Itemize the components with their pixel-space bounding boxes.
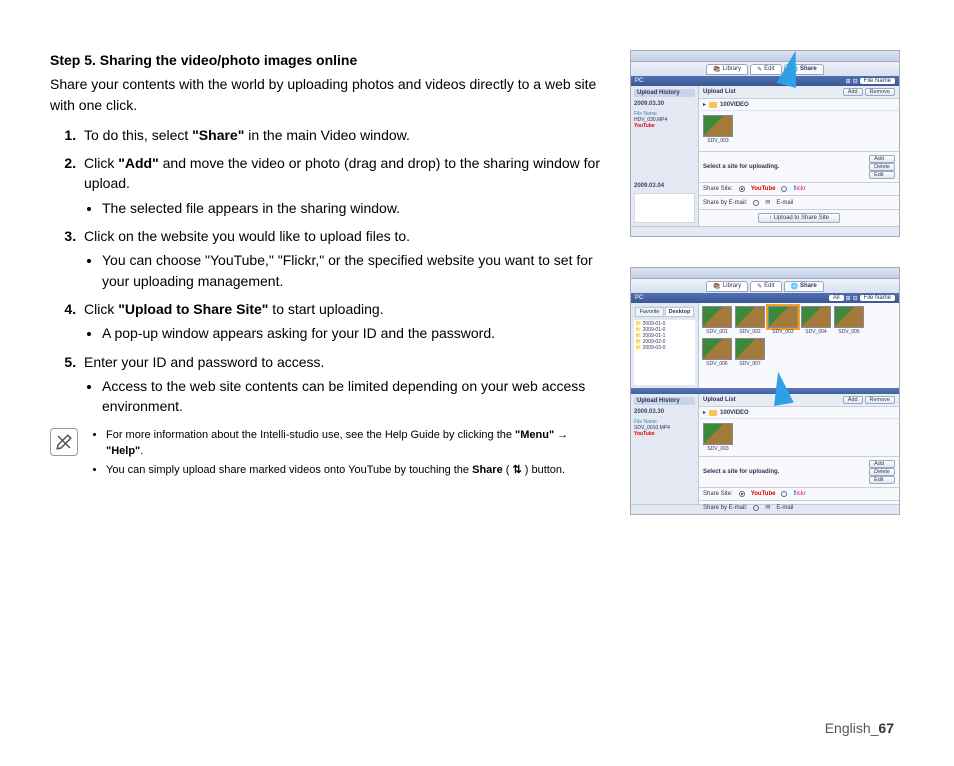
remove-button[interactable]: Remove <box>865 88 895 96</box>
radio-youtube[interactable] <box>739 186 745 192</box>
share-icon: ⇅ <box>512 464 521 476</box>
radio-flickr[interactable] <box>781 186 787 192</box>
tab-library[interactable]: 📚Library <box>706 64 748 75</box>
thumb[interactable]: SDV_003 <box>703 115 733 144</box>
steps-list: To do this, select "Share" in the main V… <box>50 125 600 417</box>
tab-edit[interactable]: ✎Edit <box>750 64 781 75</box>
intro-text: Share your contents with the world by up… <box>50 74 600 115</box>
note-icon <box>50 428 78 456</box>
step-4: Click "Upload to Share Site" to start up… <box>80 299 600 344</box>
page-footer: English_67 <box>825 720 894 736</box>
toolbar: PC ⊞⊟ File Name <box>631 76 899 86</box>
step-5: Enter your ID and password to access. Ac… <box>80 352 600 417</box>
add-button[interactable]: Add <box>843 88 863 96</box>
tree-item[interactable]: 📁 2009-03-0 <box>635 345 694 351</box>
screenshot-1: 📚Library ✎Edit 🌐Share PC ⊞⊟ File Name Up… <box>630 50 900 237</box>
step-3: Click on the website you would like to u… <box>80 226 600 291</box>
screenshot-2: 📚Library ✎Edit 🌐Share PC All⊞⊟ File Name… <box>630 267 900 515</box>
note-box: For more information about the Intelli-s… <box>50 428 600 482</box>
step-1: To do this, select "Share" in the main V… <box>80 125 600 145</box>
history-item[interactable]: File Name HDV_030.MP4 YouTube <box>634 111 695 129</box>
upload-list-label: Upload List <box>703 89 736 95</box>
folder-row[interactable]: ▸100VIDEO <box>699 99 899 111</box>
step-2: Click "Add" and move the video or photo … <box>80 153 600 218</box>
step-title: Step 5. Sharing the video/photo images o… <box>50 50 600 70</box>
instruction-text: Step 5. Sharing the video/photo images o… <box>50 50 600 515</box>
upload-button[interactable]: ↑ Upload to Share Site <box>758 213 840 223</box>
upload-history-header: Upload History <box>634 89 695 97</box>
radio-email[interactable] <box>753 200 759 206</box>
